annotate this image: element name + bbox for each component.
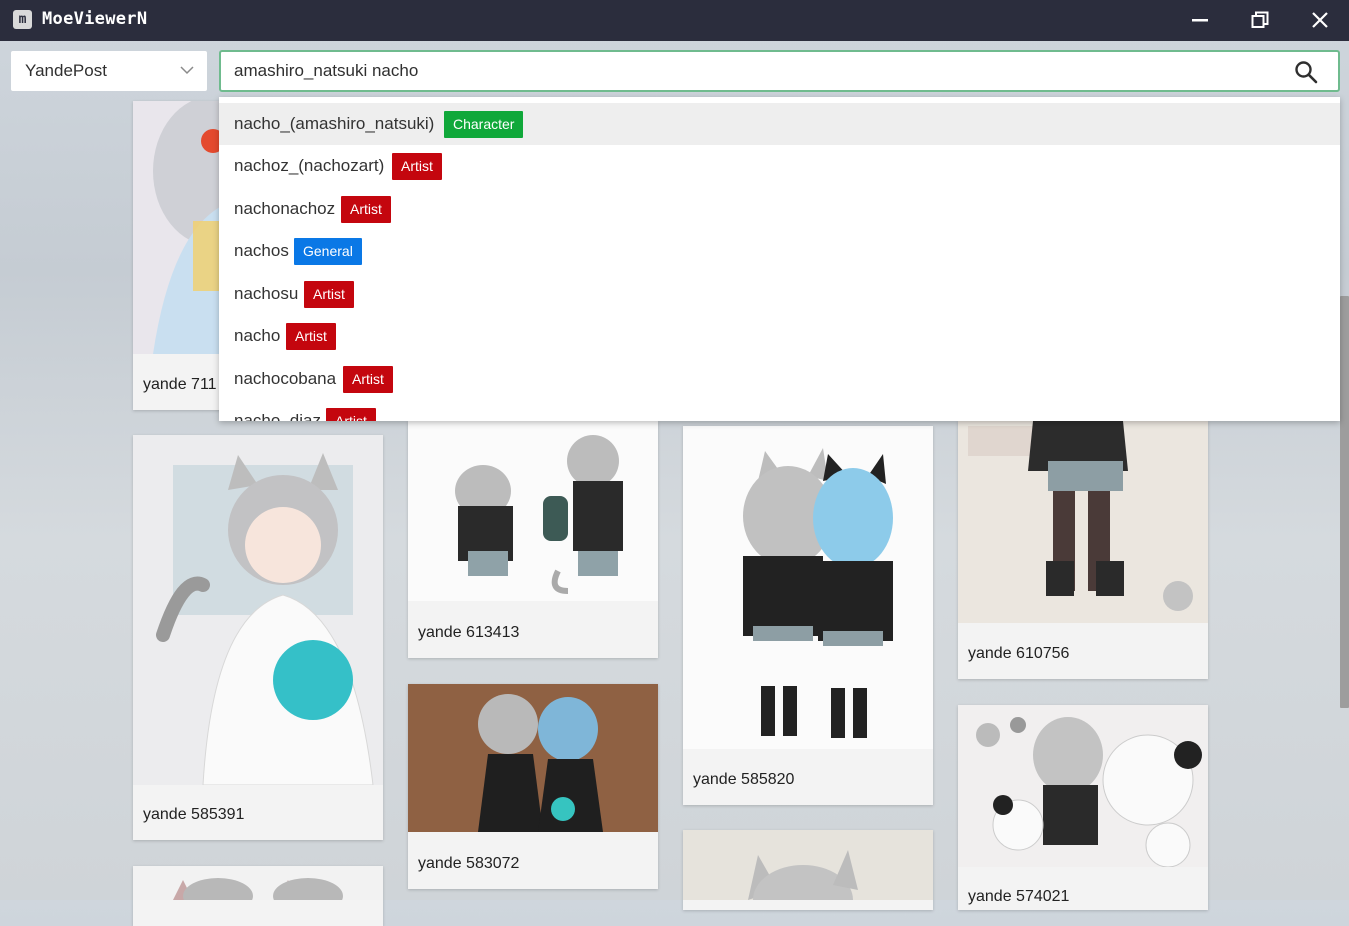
restore-icon xyxy=(1251,11,1269,28)
chevron-down-icon xyxy=(180,66,194,75)
tag-badge-artist: Artist xyxy=(326,408,376,421)
image-card[interactable]: yande 583072 xyxy=(408,684,658,889)
image-card[interactable]: yande 585820 xyxy=(683,426,933,805)
tag-badge-general: General xyxy=(294,238,362,265)
search-box[interactable] xyxy=(219,50,1340,92)
image-card[interactable]: yande 613413 xyxy=(408,421,658,658)
card-label: yande 613413 xyxy=(418,624,520,641)
card-thumbnail xyxy=(958,421,1208,623)
title-bar: m MoeViewerN xyxy=(0,0,1349,41)
tag-badge-character: Character xyxy=(444,111,524,138)
tag-badge-artist: Artist xyxy=(341,196,391,223)
site-select-value: YandePost xyxy=(25,61,107,80)
close-button[interactable] xyxy=(1290,0,1349,41)
card-label: yande 711 xyxy=(143,376,217,393)
close-icon xyxy=(1312,12,1328,28)
tag-badge-artist: Artist xyxy=(286,323,336,350)
suggestion-name: nachonachoz xyxy=(234,199,336,218)
card-thumbnail xyxy=(133,435,383,785)
search-suggestions: nacho_(amashiro_natsuki) Character nacho… xyxy=(219,97,1340,421)
card-thumbnail xyxy=(958,705,1208,867)
image-card[interactable]: yande 610756 xyxy=(958,421,1208,679)
suggestion-item[interactable]: nacho Artist xyxy=(219,315,1340,357)
suggestion-name: nacho_(amashiro_natsuki) xyxy=(234,114,435,133)
suggestion-name: nachos xyxy=(234,241,289,260)
card-label: yande 610756 xyxy=(968,645,1070,662)
image-card[interactable]: yande 585391 xyxy=(133,435,383,840)
scrollbar-thumb[interactable] xyxy=(1340,296,1349,708)
card-label: yande 583072 xyxy=(418,855,520,872)
card-label: yande 585820 xyxy=(693,771,795,788)
suggestion-item[interactable]: nacho_(amashiro_natsuki) Character xyxy=(219,103,1340,145)
card-thumbnail xyxy=(683,426,933,749)
image-card[interactable]: yande 574021 xyxy=(958,705,1208,910)
card-thumbnail xyxy=(408,684,658,832)
search-icon[interactable] xyxy=(1294,60,1318,84)
search-input[interactable] xyxy=(234,60,1274,82)
tag-badge-artist: Artist xyxy=(304,281,354,308)
app-logo-icon: m xyxy=(13,10,32,29)
suggestion-item[interactable]: nachos General xyxy=(219,230,1340,272)
card-label: yande 574021 xyxy=(968,888,1070,905)
app-title: MoeViewerN xyxy=(42,9,148,29)
image-card[interactable] xyxy=(133,866,383,926)
suggestion-item[interactable]: nachosu Artist xyxy=(219,273,1340,315)
minimize-icon xyxy=(1192,19,1208,22)
suggestion-name: nachoz_(nachozart) xyxy=(234,156,385,175)
card-thumbnail xyxy=(133,866,383,900)
tag-badge-artist: Artist xyxy=(392,153,442,180)
suggestion-name: nacho xyxy=(234,326,281,345)
card-label: yande 585391 xyxy=(143,806,245,823)
suggestion-name: nachocobana xyxy=(234,369,337,388)
site-select[interactable]: YandePost xyxy=(11,51,207,91)
suggestion-name: nacho_diaz xyxy=(234,411,321,421)
minimize-button[interactable] xyxy=(1170,0,1230,41)
tag-badge-artist: Artist xyxy=(343,366,393,393)
card-thumbnail xyxy=(683,830,933,900)
card-thumbnail xyxy=(408,421,658,601)
suggestion-name: nachosu xyxy=(234,284,299,303)
image-card[interactable] xyxy=(683,830,933,910)
suggestion-item[interactable]: nachonachoz Artist xyxy=(219,188,1340,230)
suggestion-item[interactable]: nachoz_(nachozart) Artist xyxy=(219,145,1340,187)
suggestion-item[interactable]: nacho_diaz Artist xyxy=(219,400,1340,421)
suggestion-item[interactable]: nachocobana Artist xyxy=(219,358,1340,400)
restore-button[interactable] xyxy=(1230,0,1290,41)
